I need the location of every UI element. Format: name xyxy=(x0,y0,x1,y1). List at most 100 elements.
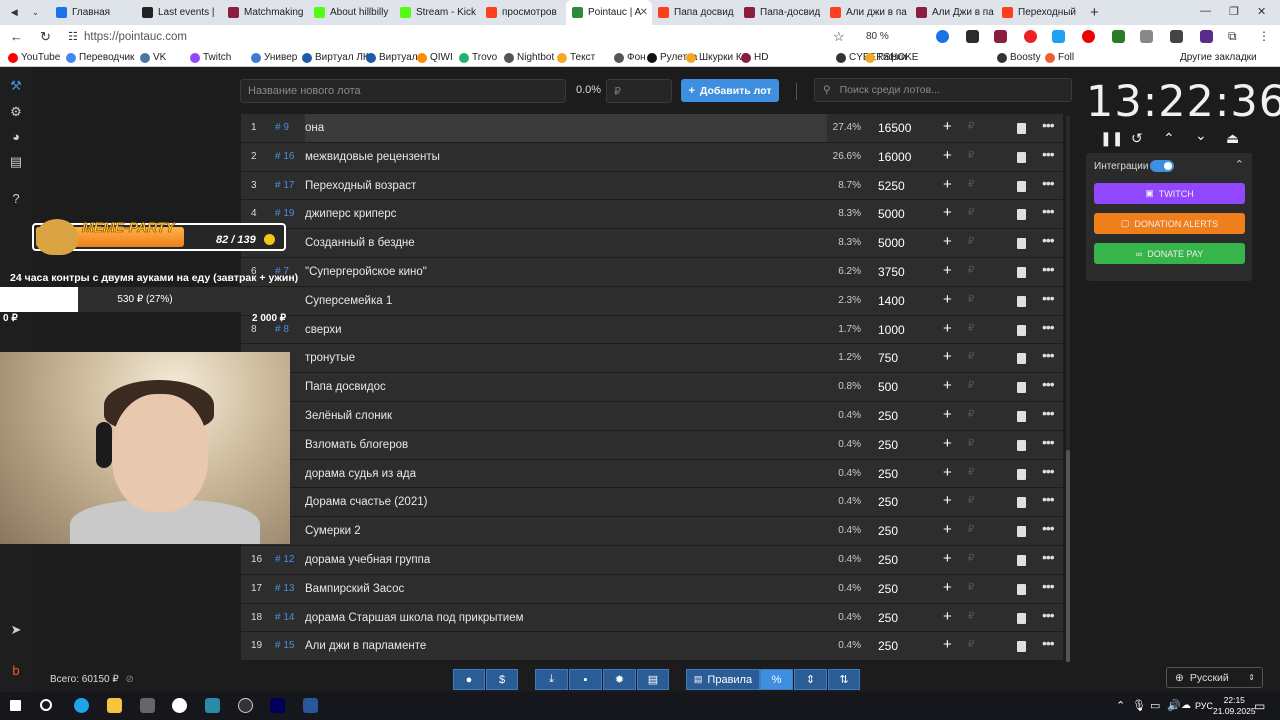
trash-icon[interactable] xyxy=(1017,554,1026,566)
reload-icon[interactable]: ↻ xyxy=(40,29,51,45)
new-tab-button[interactable]: + xyxy=(1090,4,1099,21)
maximize-button[interactable]: ❐ xyxy=(1229,5,1239,18)
more-options-icon[interactable]: ••• xyxy=(1042,203,1055,219)
lot-fast-id[interactable]: # 14 xyxy=(275,612,294,623)
add-amount-icon[interactable]: + xyxy=(943,550,952,567)
extension-icon[interactable] xyxy=(1024,30,1037,43)
language-select[interactable]: ⊕ Русский ⇕ xyxy=(1166,667,1263,688)
clear-button[interactable]: ▤ xyxy=(637,669,669,690)
lot-fast-id[interactable]: # 16 xyxy=(275,151,294,162)
chevron-up-icon[interactable]: ⌃ xyxy=(1235,158,1244,171)
lot-row[interactable]: 17 # 13 Вампирский Засос 0.4% 250 + ₽ ••• xyxy=(241,574,1063,604)
bookmark-item[interactable]: Виртуал ЛК xyxy=(302,52,369,63)
bookmark-item[interactable]: Текст xyxy=(557,52,595,63)
help-icon[interactable]: ? xyxy=(9,192,23,206)
extension-icon[interactable] xyxy=(1170,30,1183,43)
lot-amount[interactable]: 1400 xyxy=(878,294,905,308)
bookmark-item[interactable]: Универ xyxy=(251,52,297,63)
menu-icon[interactable]: ⋮ xyxy=(1258,29,1270,43)
lot-row[interactable]: # 1Сумерки 20.4%250+₽••• xyxy=(241,517,1063,546)
close-window-button[interactable]: ✕ xyxy=(1257,5,1266,18)
lot-amount[interactable]: 250 xyxy=(878,553,898,567)
hammer-icon[interactable]: ⚒ xyxy=(9,79,23,93)
more-options-icon[interactable]: ••• xyxy=(1042,347,1055,363)
more-options-icon[interactable]: ••• xyxy=(1042,635,1055,651)
back-icon[interactable]: ← xyxy=(10,29,23,44)
bookmark-item[interactable]: Nightbot xyxy=(504,52,554,63)
notifications-icon[interactable]: ▭ xyxy=(1254,699,1265,713)
lot-name[interactable]: Переходный возраст xyxy=(305,180,416,192)
bookmark-item[interactable]: Шкурки КС xyxy=(686,52,749,63)
lot-name[interactable]: Али джи в парламенте xyxy=(305,640,426,652)
more-options-icon[interactable]: ••• xyxy=(1042,463,1055,479)
browser-tab[interactable]: Last events | xyxy=(136,0,222,25)
extension-icon[interactable] xyxy=(994,30,1007,43)
trash-icon[interactable] xyxy=(1017,180,1026,192)
bookmark-item[interactable]: Twitch xyxy=(190,52,231,63)
download-button[interactable]: ⤓ xyxy=(535,669,568,690)
lot-amount[interactable]: 250 xyxy=(878,611,898,625)
add-amount-icon[interactable]: + xyxy=(943,521,952,538)
more-options-icon[interactable]: ••• xyxy=(1042,520,1055,536)
browser-tab[interactable]: Али джи в па xyxy=(824,0,910,25)
lot-row[interactable]: # 0Дорама счастье (2021)0.4%250+₽••• xyxy=(241,488,1063,518)
obs-icon[interactable] xyxy=(238,698,253,713)
bookmark-item[interactable]: Переводчик xyxy=(66,52,134,63)
screenshot-icon[interactable] xyxy=(205,698,220,713)
sort-toggle[interactable]: ⇅ xyxy=(828,669,860,690)
lot-amount[interactable]: 250 xyxy=(878,409,898,423)
boosty-icon[interactable]: b xyxy=(9,664,23,678)
lot-row[interactable]: # 5Суперсемейка 12.3%1400+₽••• xyxy=(241,286,1063,316)
lot-row[interactable]: Взломать блогеров 0.4% 250 + ₽ ••• xyxy=(241,430,1063,460)
lot-name[interactable]: дорама Старшая школа под прикрытием xyxy=(305,612,524,624)
lot-name[interactable]: "Супергеройское кино" xyxy=(305,266,427,278)
search-icon[interactable] xyxy=(40,699,52,711)
lot-row[interactable]: 18 # 14 дорама Старшая школа под прикрытие… xyxy=(241,603,1063,633)
word-icon[interactable] xyxy=(303,698,318,713)
lot-name[interactable]: тронутые xyxy=(305,352,355,364)
lot-fast-id[interactable]: # 17 xyxy=(275,180,294,191)
explorer-icon[interactable] xyxy=(107,698,122,713)
lot-row[interactable]: 3 # 17 Переходный возраст 8.7% 5250 + ₽ ••• xyxy=(241,171,1063,201)
volume-icon[interactable]: 🔊 xyxy=(1167,699,1181,712)
lot-name[interactable]: дорама судья из ада xyxy=(305,468,416,480)
lot-fast-id[interactable]: # 9 xyxy=(275,122,289,133)
lot-amount[interactable]: 5000 xyxy=(878,236,905,250)
percent-toggle[interactable]: % xyxy=(760,669,793,690)
browser-tab[interactable]: Stream - Kick xyxy=(394,0,480,25)
reset-icon[interactable]: ↺ xyxy=(1131,130,1143,147)
lot-amount[interactable]: 250 xyxy=(878,438,898,452)
browser-tab[interactable]: Matchmaking xyxy=(222,0,308,25)
bug-report-button[interactable]: ✹ xyxy=(603,669,636,690)
more-options-icon[interactable]: ••• xyxy=(1042,319,1055,335)
lot-row[interactable]: Папа досвидос 0.8% 500 + ₽ ••• xyxy=(241,373,1063,402)
lot-amount[interactable]: 5000 xyxy=(878,207,905,221)
trash-icon[interactable] xyxy=(1017,439,1026,451)
lot-amount[interactable]: 750 xyxy=(878,351,898,365)
keyboard-language[interactable]: РУС xyxy=(1195,701,1213,711)
browser-tab[interactable]: Папа досвид xyxy=(652,0,738,25)
lot-amount[interactable]: 250 xyxy=(878,582,898,596)
onedrive-icon[interactable]: ☁ xyxy=(1181,700,1191,711)
lot-name[interactable]: Папа досвидос xyxy=(305,381,386,393)
lot-fast-id[interactable]: # 15 xyxy=(275,640,294,651)
more-options-icon[interactable]: ••• xyxy=(1042,175,1055,191)
more-options-icon[interactable]: ••• xyxy=(1042,232,1055,248)
more-options-icon[interactable]: ••• xyxy=(1042,434,1055,450)
extension-icon[interactable] xyxy=(966,30,979,43)
lot-row[interactable]: 1 # 9 она 27.4% 16500 + ₽ ••• xyxy=(241,114,1063,143)
chevron-down-icon[interactable]: ⌄ xyxy=(1195,127,1207,144)
lot-name[interactable]: Зелёный слоник xyxy=(305,410,392,422)
more-options-icon[interactable]: ••• xyxy=(1042,146,1055,162)
donate-pay-button[interactable]: ∞ DONATE PAY xyxy=(1094,243,1245,264)
lot-row[interactable]: 8 # 8 сверхи 1.7% 1000 + ₽ ••• xyxy=(241,315,1063,345)
integrations-toggle[interactable] xyxy=(1150,160,1174,172)
bookmark-item[interactable]: QIWI xyxy=(417,52,453,63)
add-lot-button[interactable]: + Добавить лот xyxy=(681,79,779,102)
bookmark-item[interactable]: Гифки xyxy=(865,52,907,63)
trash-icon[interactable] xyxy=(1017,151,1026,163)
lot-name[interactable]: джиперс криперс xyxy=(305,208,396,220)
lot-fast-id[interactable]: # 19 xyxy=(275,208,294,219)
extension-icon[interactable] xyxy=(1200,30,1213,43)
edge-icon[interactable] xyxy=(74,698,89,713)
